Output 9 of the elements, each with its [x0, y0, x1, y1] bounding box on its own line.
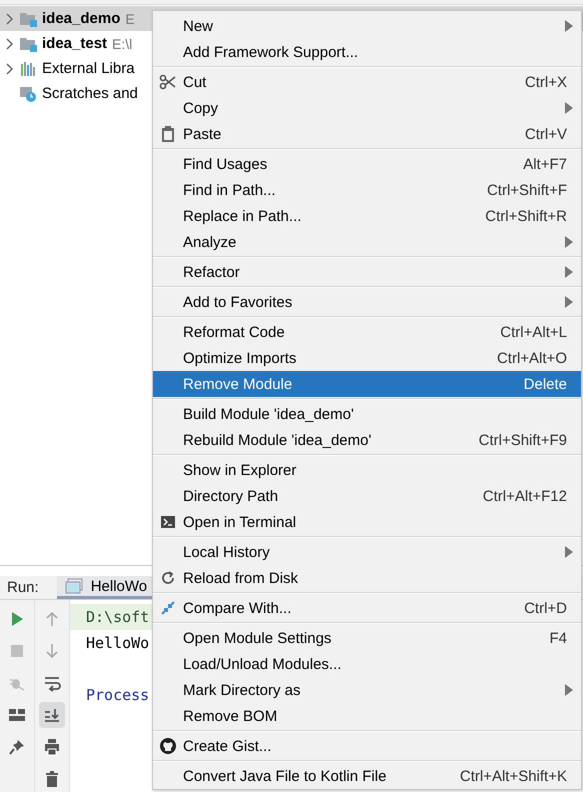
- run-label: Run:: [7, 579, 39, 596]
- tree-item-name: Scratches and: [42, 85, 138, 102]
- tree-item-name: External Libra: [42, 60, 135, 77]
- console-line: HelloWo: [85, 633, 150, 654]
- tree-item-name: idea_demo: [42, 10, 120, 27]
- tree-item-path: E:\l: [112, 36, 132, 52]
- tree-item-name: idea_test: [42, 35, 108, 52]
- console-line: Process: [85, 685, 150, 706]
- tree-item-path: E: [125, 10, 135, 26]
